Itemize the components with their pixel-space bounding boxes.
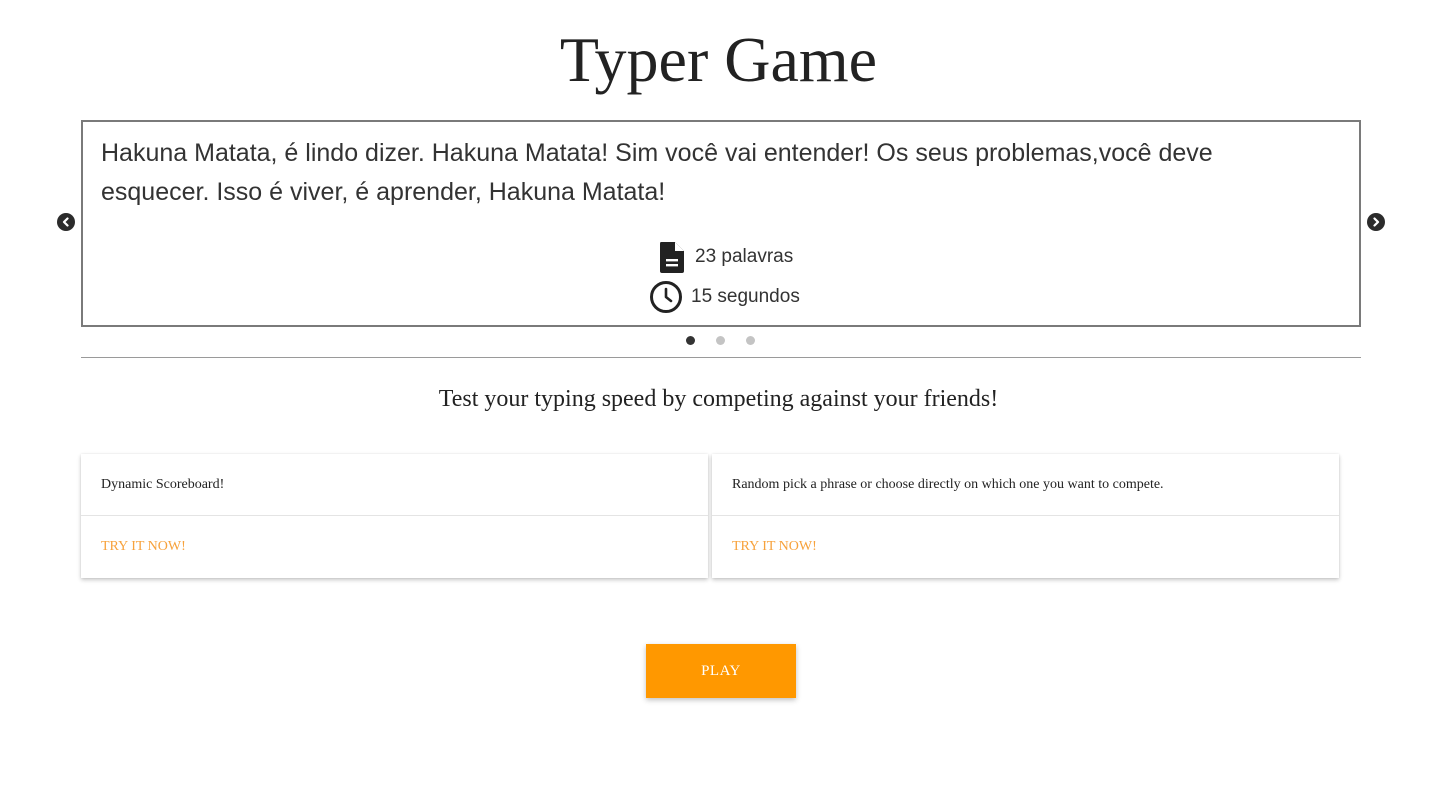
card-text: Random pick a phrase or choose directly … <box>712 454 1339 516</box>
word-count-label: 23 palavras <box>695 246 794 267</box>
carousel-dot-3[interactable] <box>746 336 755 345</box>
clock-icon <box>649 280 683 314</box>
chevron-left-circle-icon <box>62 217 69 227</box>
carousel-dot-2[interactable] <box>716 336 725 345</box>
word-count-stat: 23 palavras <box>657 240 793 274</box>
feature-card-scoreboard: Dynamic Scoreboard! TRY IT NOW! <box>81 454 708 578</box>
section-divider <box>81 357 1361 358</box>
time-stat: 15 segundos <box>649 280 800 314</box>
feature-card-phrase: Random pick a phrase or choose directly … <box>712 454 1339 578</box>
try-it-now-link[interactable]: TRY IT NOW! <box>81 516 708 578</box>
try-it-now-link[interactable]: TRY IT NOW! <box>712 516 1339 578</box>
play-button[interactable]: PLAY <box>646 644 796 698</box>
chevron-right-circle-icon <box>1373 217 1380 227</box>
carousel-prev-button[interactable] <box>57 213 75 231</box>
carousel-dot-1[interactable] <box>686 336 695 345</box>
document-icon <box>657 240 687 274</box>
carousel-next-button[interactable] <box>1367 213 1385 231</box>
time-label: 15 segundos <box>691 286 800 307</box>
phrase-text: Hakuna Matata, é lindo dizer. Hakuna Mat… <box>101 139 1213 206</box>
card-text: Dynamic Scoreboard! <box>81 454 708 516</box>
page-title: Typer Game <box>559 24 878 95</box>
tagline: Test your typing speed by competing agai… <box>438 386 999 412</box>
carousel-indicators <box>686 336 755 345</box>
carousel-slide: Hakuna Matata, é lindo dizer. Hakuna Mat… <box>81 120 1361 327</box>
